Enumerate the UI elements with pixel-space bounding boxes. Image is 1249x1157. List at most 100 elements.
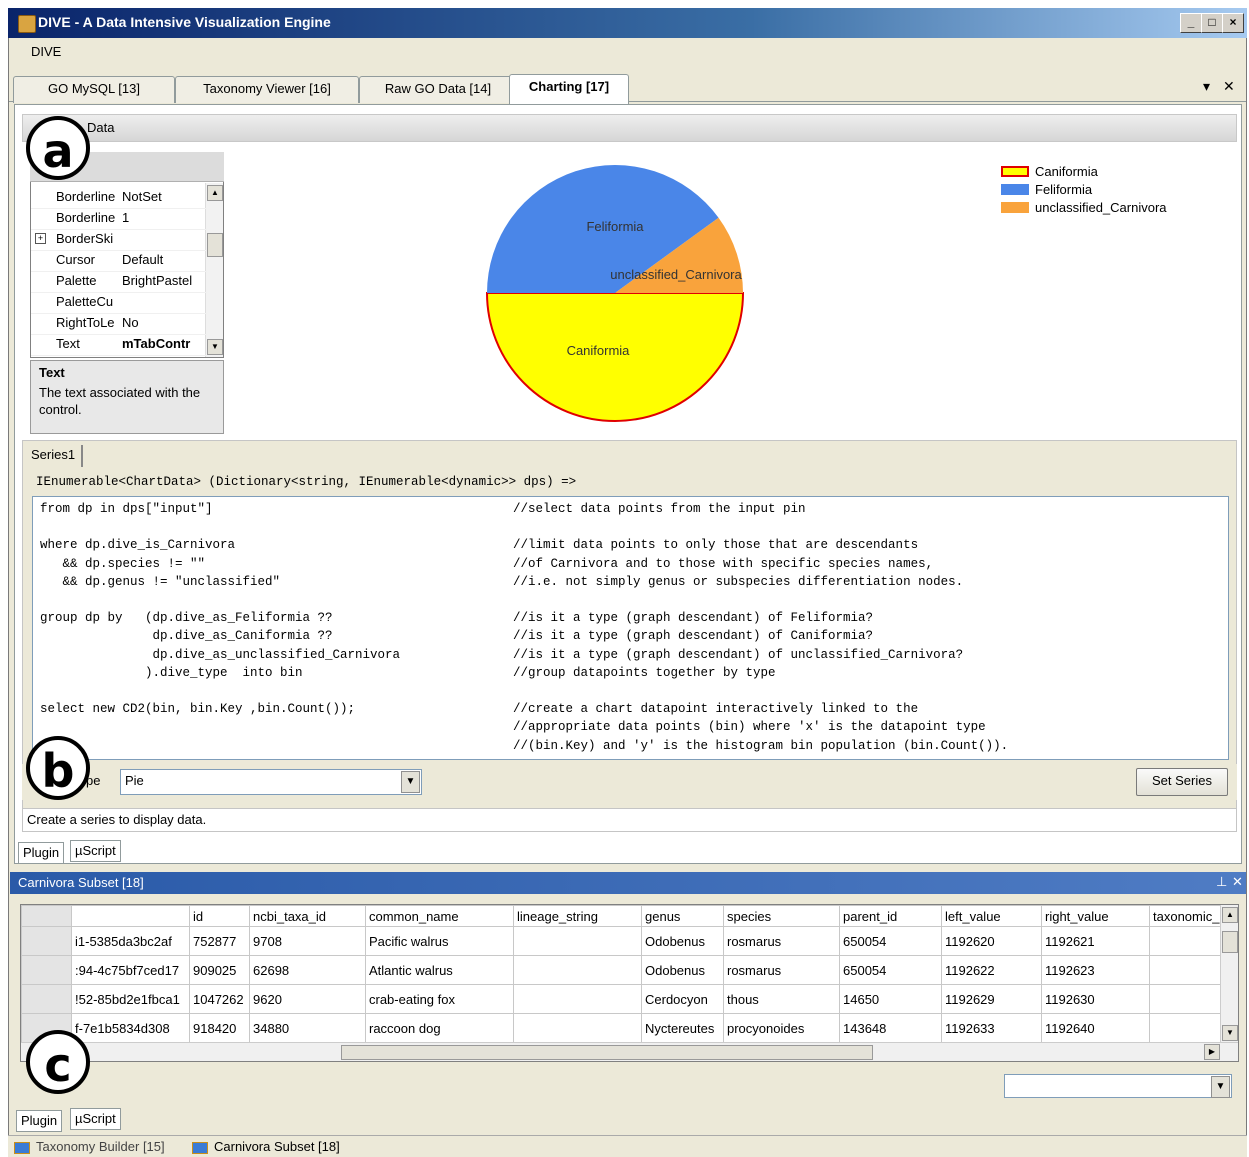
- table-row[interactable]: !52-85bd2e1fbca1 1047262 9620 crab-eating f…: [21, 984, 1230, 1014]
- table-cell[interactable]: [513, 1013, 642, 1043]
- tab-close-icon[interactable]: ✕: [1223, 78, 1235, 95]
- tab-taxonomy-viewer[interactable]: Taxonomy Viewer [16]: [175, 76, 359, 103]
- tab-charting[interactable]: Charting [17]: [509, 74, 629, 104]
- table-cell[interactable]: [513, 926, 642, 956]
- data-header[interactable]: Data: [22, 114, 1237, 142]
- grid-filter-select[interactable]: ▼: [1004, 1074, 1232, 1098]
- table-cell[interactable]: Odobenus: [641, 926, 724, 956]
- table-row[interactable]: :94-4c75bf7ced17 909025 62698 Atlantic walr…: [21, 955, 1230, 985]
- tab-taxonomy-builder[interactable]: Taxonomy Builder [15]: [14, 1139, 165, 1154]
- scroll-down-icon[interactable]: ▼: [1222, 1025, 1238, 1041]
- close-icon[interactable]: ×: [1222, 13, 1244, 33]
- property-value[interactable]: mTabContr: [122, 336, 207, 351]
- tab-carnivora-subset[interactable]: Carnivora Subset [18]: [192, 1139, 340, 1154]
- property-row[interactable]: Palette BrightPastel: [31, 271, 207, 293]
- table-cell[interactable]: Atlantic walrus: [365, 955, 514, 985]
- property-row[interactable]: PaletteCu: [31, 292, 207, 314]
- chevron-down-icon[interactable]: ▼: [1211, 1076, 1230, 1098]
- table-cell[interactable]: 34880: [249, 1013, 366, 1043]
- property-scrollbar[interactable]: ▲ ▼: [205, 183, 223, 357]
- table-cell[interactable]: 9708: [249, 926, 366, 956]
- expand-icon[interactable]: +: [35, 233, 46, 244]
- row-header[interactable]: [21, 984, 72, 1014]
- table-cell[interactable]: [1149, 955, 1230, 985]
- property-row[interactable]: + BorderSki: [31, 229, 207, 251]
- table-cell[interactable]: 1192640: [1041, 1013, 1150, 1043]
- table-row[interactable]: f-7e1b5834d308 918420 34880 raccoon dog Nyct…: [21, 1013, 1230, 1043]
- menu-dive[interactable]: DIVE: [31, 44, 61, 59]
- table-cell[interactable]: [1149, 926, 1230, 956]
- scroll-up-icon[interactable]: ▲: [1222, 907, 1238, 923]
- set-series-button[interactable]: Set Series: [1136, 768, 1228, 796]
- scroll-thumb[interactable]: [207, 233, 223, 257]
- property-grid[interactable]: ▲ ▼ Borderline NotSet Borderline 1 + BorderSk…: [30, 152, 224, 358]
- property-value[interactable]: No: [122, 315, 207, 330]
- tab-list-dropdown-icon[interactable]: ▾: [1203, 78, 1210, 95]
- table-cell[interactable]: Pacific walrus: [365, 926, 514, 956]
- table-cell[interactable]: 143648: [839, 1013, 942, 1043]
- table-cell[interactable]: rosmarus: [723, 955, 840, 985]
- table-cell[interactable]: raccoon dog: [365, 1013, 514, 1043]
- scroll-thumb[interactable]: [341, 1045, 873, 1060]
- table-cell[interactable]: 1192630: [1041, 984, 1150, 1014]
- table-cell[interactable]: Odobenus: [641, 955, 724, 985]
- table-cell[interactable]: crab-eating fox: [365, 984, 514, 1014]
- table-cell[interactable]: 9620: [249, 984, 366, 1014]
- column-header[interactable]: left_value: [941, 905, 1042, 927]
- table-cell[interactable]: 1192620: [941, 926, 1042, 956]
- table-cell[interactable]: 1192633: [941, 1013, 1042, 1043]
- property-value[interactable]: NotSet: [122, 189, 207, 204]
- tab-go-mysql[interactable]: GO MySQL [13]: [13, 76, 175, 103]
- column-header[interactable]: species: [723, 905, 840, 927]
- property-row[interactable]: Cursor Default: [31, 250, 207, 272]
- grid-horizontal-scrollbar[interactable]: ▶: [21, 1042, 1238, 1061]
- row-header[interactable]: [21, 926, 72, 956]
- pin-icon[interactable]: ⊥: [1216, 874, 1227, 890]
- table-cell[interactable]: :94-4c75bf7ced17: [71, 955, 190, 985]
- table-cell[interactable]: 918420: [189, 1013, 250, 1043]
- table-cell[interactable]: rosmarus: [723, 926, 840, 956]
- chevron-down-icon[interactable]: ▼: [401, 771, 420, 793]
- table-cell[interactable]: 650054: [839, 955, 942, 985]
- table-cell[interactable]: 1192621: [1041, 926, 1150, 956]
- scroll-right-icon[interactable]: ▶: [1204, 1044, 1220, 1060]
- tab-series1[interactable]: Series1: [31, 445, 84, 467]
- table-cell[interactable]: 1047262: [189, 984, 250, 1014]
- property-row[interactable]: Borderline NotSet: [31, 187, 207, 209]
- table-cell[interactable]: [513, 984, 642, 1014]
- table-cell[interactable]: 14650: [839, 984, 942, 1014]
- scroll-up-icon[interactable]: ▲: [207, 185, 223, 201]
- table-cell[interactable]: 650054: [839, 926, 942, 956]
- table-cell[interactable]: Nyctereutes: [641, 1013, 724, 1043]
- table-cell[interactable]: 1192629: [941, 984, 1042, 1014]
- table-cell[interactable]: [1149, 984, 1230, 1014]
- scroll-down-icon[interactable]: ▼: [207, 339, 223, 355]
- table-cell[interactable]: f-7e1b5834d308: [71, 1013, 190, 1043]
- table-cell[interactable]: procyonoides: [723, 1013, 840, 1043]
- column-header[interactable]: [71, 905, 190, 927]
- table-cell[interactable]: 909025: [189, 955, 250, 985]
- table-cell[interactable]: [513, 955, 642, 985]
- table-cell[interactable]: 1192622: [941, 955, 1042, 985]
- grid-vertical-scrollbar[interactable]: ▲ ▼: [1220, 905, 1238, 1043]
- table-row[interactable]: i1-5385da3bc2af 752877 9708 Pacific walrus O…: [21, 926, 1230, 956]
- column-header[interactable]: id: [189, 905, 250, 927]
- table-cell[interactable]: [1149, 1013, 1230, 1043]
- property-row[interactable]: Borderline 1: [31, 208, 207, 230]
- minimize-icon[interactable]: _: [1180, 13, 1202, 33]
- property-row[interactable]: Text mTabContr: [31, 334, 207, 356]
- table-cell[interactable]: 752877: [189, 926, 250, 956]
- table-cell[interactable]: thous: [723, 984, 840, 1014]
- table-cell[interactable]: !52-85bd2e1fbca1: [71, 984, 190, 1014]
- title-bar[interactable]: DIVE - A Data Intensive Visualization En…: [8, 8, 1247, 38]
- data-grid[interactable]: id ncbi_taxa_id common_name lineage_string g…: [20, 904, 1239, 1062]
- column-header[interactable]: genus: [641, 905, 724, 927]
- property-row[interactable]: RightToLe No: [31, 313, 207, 335]
- column-header[interactable]: ncbi_taxa_id: [249, 905, 366, 927]
- property-value[interactable]: Default: [122, 252, 207, 267]
- scroll-thumb[interactable]: [1222, 931, 1238, 953]
- chart-type-select[interactable]: Pie ▼: [120, 769, 422, 795]
- table-cell[interactable]: i1-5385da3bc2af: [71, 926, 190, 956]
- tab-plugin[interactable]: Plugin: [18, 842, 65, 864]
- tab-plugin-lower[interactable]: Plugin: [16, 1110, 63, 1132]
